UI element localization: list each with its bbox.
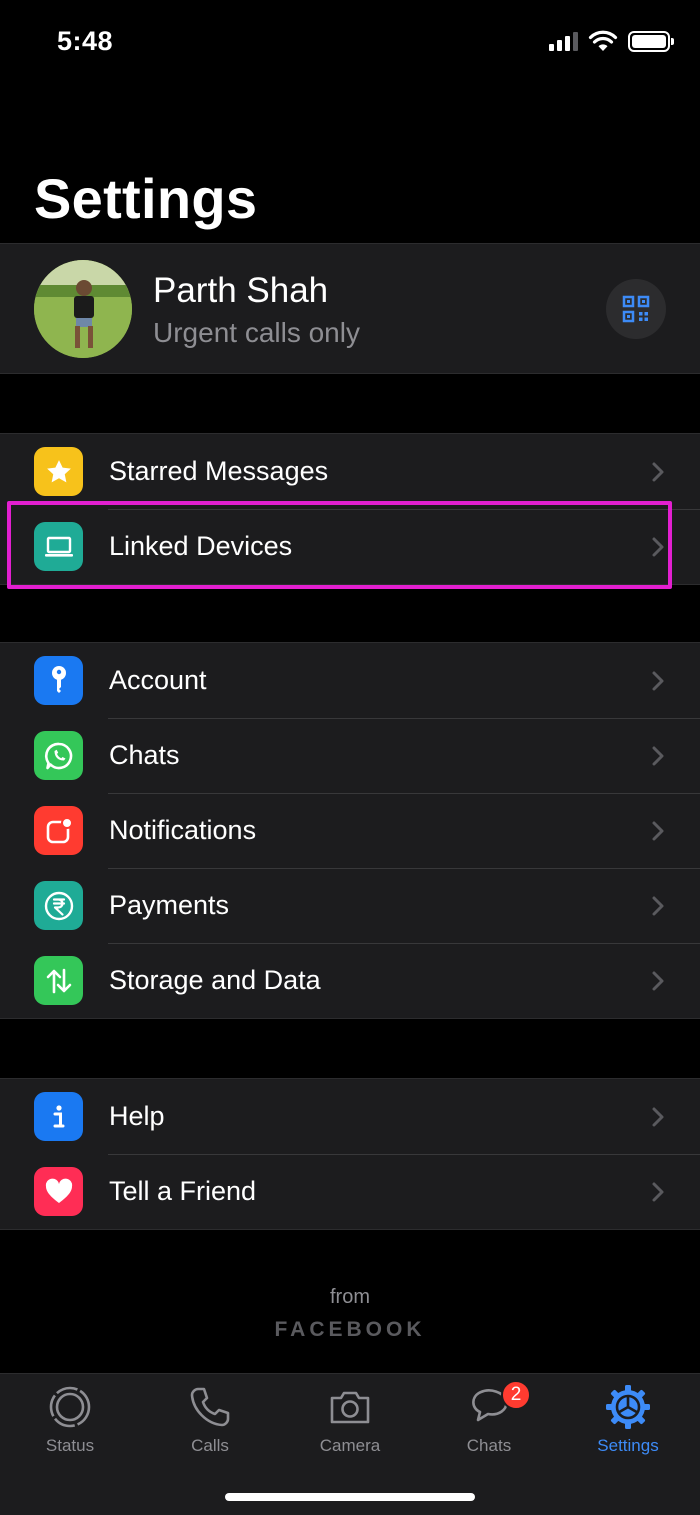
tab-label: Camera <box>319 1436 381 1455</box>
row-notifications[interactable]: Notifications <box>0 793 700 868</box>
home-indicator <box>225 1493 475 1501</box>
row-storage-and-data[interactable]: Storage and Data <box>0 943 700 1018</box>
chevron-right-icon <box>652 1182 664 1201</box>
status-icons <box>549 30 674 52</box>
row-linked-devices[interactable]: Linked Devices <box>0 509 700 584</box>
row-chats[interactable]: Chats <box>0 718 700 793</box>
chevron-right-icon <box>652 746 664 765</box>
settings-group-3: Help Tell a Friend <box>0 1078 700 1230</box>
chevron-right-icon <box>652 462 664 481</box>
row-account[interactable]: Account <box>0 643 700 718</box>
avatar[interactable] <box>34 260 132 358</box>
row-label: Payments <box>109 890 230 920</box>
row-label: Tell a Friend <box>109 1176 257 1206</box>
row-label: Notifications <box>109 815 257 845</box>
tab-label: Calls <box>191 1436 229 1455</box>
key-icon <box>34 656 83 705</box>
status-time: 5:48 <box>57 26 114 56</box>
chevron-right-icon <box>652 1107 664 1126</box>
unread-badge: 2 <box>501 1380 531 1410</box>
settings-group-1: Starred Messages Linked Devices <box>0 433 700 585</box>
footer-from: from <box>330 1286 370 1308</box>
footer-brand: FACEBOOK <box>274 1318 426 1341</box>
row-label: Linked Devices <box>109 531 293 561</box>
laptop-icon <box>34 522 83 571</box>
arrows-icon <box>34 956 83 1005</box>
chevron-right-icon <box>652 971 664 990</box>
notification-icon <box>34 806 83 855</box>
row-label: Chats <box>109 740 180 770</box>
phone-icon <box>190 1387 230 1427</box>
star-icon <box>34 447 83 496</box>
chevron-right-icon <box>652 821 664 840</box>
battery-icon <box>628 30 674 52</box>
status-icon <box>49 1386 91 1428</box>
profile-status: Urgent calls only <box>153 317 360 348</box>
tab-chats[interactable]: 2 Chats <box>429 1380 549 1459</box>
row-help[interactable]: Help <box>0 1079 700 1154</box>
row-payments[interactable]: Payments <box>0 868 700 943</box>
settings-group-2: Account Chats Notifications Payments Sto… <box>0 642 700 1019</box>
tab-camera[interactable]: Camera <box>290 1384 410 1459</box>
camera-icon <box>330 1391 370 1424</box>
qr-code-button[interactable] <box>606 279 666 339</box>
tab-status[interactable]: Status <box>10 1384 130 1459</box>
row-label: Account <box>109 665 207 695</box>
cellular-signal-icon <box>549 31 578 51</box>
page-title: Settings <box>34 167 258 230</box>
profile-row[interactable]: Parth Shah Urgent calls only <box>0 243 700 374</box>
tab-label: Chats <box>466 1436 512 1455</box>
row-tell-a-friend[interactable]: Tell a Friend <box>0 1154 700 1229</box>
info-icon <box>34 1092 83 1141</box>
tab-label: Settings <box>597 1436 659 1455</box>
row-label: Storage and Data <box>109 965 321 995</box>
qr-code-icon <box>622 295 650 323</box>
row-label: Starred Messages <box>109 456 329 486</box>
row-starred-messages[interactable]: Starred Messages <box>0 434 700 509</box>
tab-label: Status <box>45 1436 95 1455</box>
rupee-icon <box>34 881 83 930</box>
row-label: Help <box>109 1101 165 1131</box>
chevron-right-icon <box>652 896 664 915</box>
wifi-icon <box>588 30 618 51</box>
profile-name: Parth Shah <box>153 271 329 310</box>
chevron-right-icon <box>652 671 664 690</box>
tab-calls[interactable]: Calls <box>150 1384 270 1459</box>
whatsapp-icon <box>34 731 83 780</box>
heart-icon <box>34 1167 83 1216</box>
tab-settings[interactable]: Settings <box>568 1384 688 1459</box>
chevron-right-icon <box>652 537 664 556</box>
gear-icon <box>606 1385 650 1429</box>
